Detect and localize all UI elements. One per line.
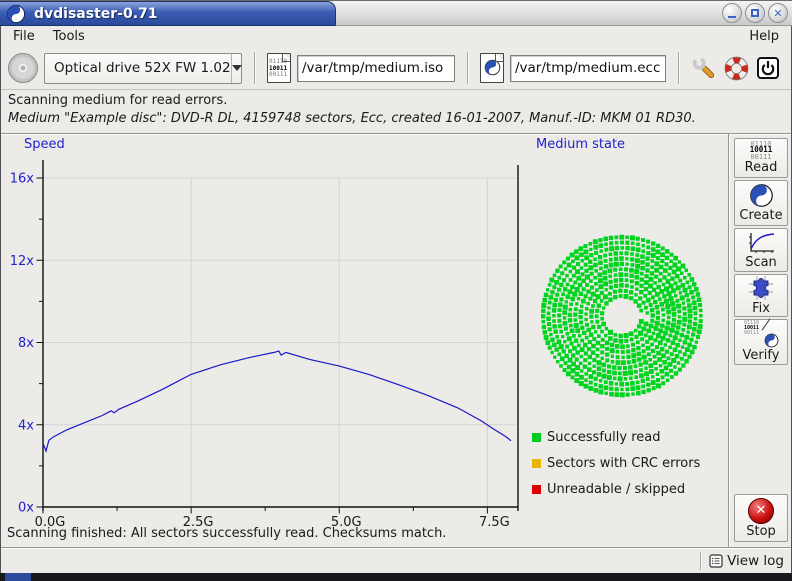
- app-window: dvdisaster-0.71 ✕ File Tools Help Optica…: [0, 0, 792, 581]
- legend-item: Sectors with CRC errors: [532, 450, 700, 476]
- medium-state-legend: Successfully read Sectors with CRC error…: [532, 424, 700, 502]
- y-tick-label: 12x: [10, 254, 35, 269]
- y-tick-label: 4x: [18, 418, 34, 433]
- y-tick-label: 0x: [18, 501, 34, 516]
- menu-file[interactable]: File: [4, 28, 44, 45]
- minimize-icon: [728, 15, 736, 18]
- statusbar-separator: [700, 551, 702, 570]
- statusbar: View log: [0, 547, 792, 573]
- toolbar-separator: [678, 52, 679, 84]
- status-line-2: Medium "Example disc": DVD-R DL, 4159748…: [8, 111, 696, 126]
- read-button[interactable]: 01110 10011 00111 Read: [734, 138, 788, 178]
- lifering-help-icon[interactable]: [723, 55, 749, 81]
- app-yinyang-icon: [6, 4, 26, 24]
- log-document-icon: [709, 553, 723, 568]
- stop-button[interactable]: ✕ Stop: [734, 494, 788, 542]
- crc-error-swatch: [532, 458, 541, 468]
- verify-button[interactable]: 01110 10011 00111 Verify: [734, 318, 788, 365]
- y-tick-label: 8x: [18, 336, 34, 351]
- menu-tools[interactable]: Tools: [44, 28, 94, 45]
- stop-x-icon: ✕: [748, 497, 774, 524]
- status-panel: Scanning medium for read errors. Medium …: [0, 90, 792, 134]
- speed-curve: [42, 350, 512, 454]
- ecc-file-icon: [480, 53, 504, 83]
- ecc-path-input[interactable]: [510, 54, 666, 82]
- toolbar-separator: [254, 52, 255, 84]
- maximize-button[interactable]: [745, 3, 765, 23]
- success-swatch: [532, 432, 541, 442]
- puzzle-icon: [748, 275, 774, 301]
- maximize-icon: [751, 9, 759, 17]
- unreadable-swatch: [532, 484, 541, 494]
- drive-selector[interactable]: Optical drive 52X FW 1.02: [44, 52, 242, 84]
- scan-button[interactable]: Scan: [734, 228, 788, 272]
- binary-file-icon: 01110 10011 00111: [267, 53, 291, 83]
- titlebar: dvdisaster-0.71 ✕: [0, 0, 792, 26]
- power-quit-icon[interactable]: [755, 55, 781, 81]
- titlebar-tab: dvdisaster-0.71: [0, 1, 336, 26]
- minimize-button[interactable]: [722, 3, 742, 23]
- action-sidebar: 01110 10011 00111 Read Create Scan Fix 0…: [728, 134, 792, 547]
- toolbar-separator: [467, 52, 468, 84]
- window-controls: ✕: [722, 3, 788, 23]
- chevron-down-icon: [230, 53, 242, 83]
- finished-message: Scanning finished: All sectors successfu…: [7, 526, 447, 541]
- status-line-1: Scanning medium for read errors.: [8, 93, 228, 108]
- legend-item: Successfully read: [532, 424, 700, 450]
- binary-read-icon: 01110 10011 00111: [749, 139, 773, 161]
- view-log-label: View log: [727, 552, 784, 569]
- menu-help[interactable]: Help: [740, 28, 788, 45]
- close-icon: ✕: [773, 6, 783, 20]
- y-tick-label: 16x: [10, 172, 35, 187]
- view-log-button[interactable]: View log: [709, 553, 784, 569]
- medium-state-disc: [540, 234, 703, 398]
- iso-path-input[interactable]: [297, 54, 455, 82]
- yinyang-icon: [749, 183, 774, 208]
- menubar: File Tools Help: [0, 26, 792, 47]
- main-area: Speed Medium state 0x 4x 8x 12x 16x 0.0G 2.5G 5…: [0, 134, 792, 547]
- verify-icon: 01110 10011 00111: [743, 318, 779, 348]
- fix-button[interactable]: Fix: [734, 274, 788, 317]
- drive-selector-value: Optical drive 52X FW 1.02: [54, 60, 231, 76]
- x-tick-label: 7.5G: [479, 515, 510, 530]
- close-button[interactable]: ✕: [768, 3, 788, 23]
- window-bottom-edge: [0, 573, 792, 581]
- speed-curve-icon: [746, 231, 776, 255]
- legend-item: Unreadable / skipped: [532, 476, 700, 502]
- create-button[interactable]: Create: [734, 180, 788, 226]
- wrench-icon[interactable]: [691, 55, 717, 81]
- window-title: dvdisaster-0.71: [34, 5, 158, 22]
- optical-disc-icon: [8, 53, 38, 83]
- content-area: Speed Medium state 0x 4x 8x 12x 16x 0.0G 2.5G 5…: [0, 134, 728, 547]
- toolbar: Optical drive 52X FW 1.02 01110 10011 00…: [0, 47, 792, 90]
